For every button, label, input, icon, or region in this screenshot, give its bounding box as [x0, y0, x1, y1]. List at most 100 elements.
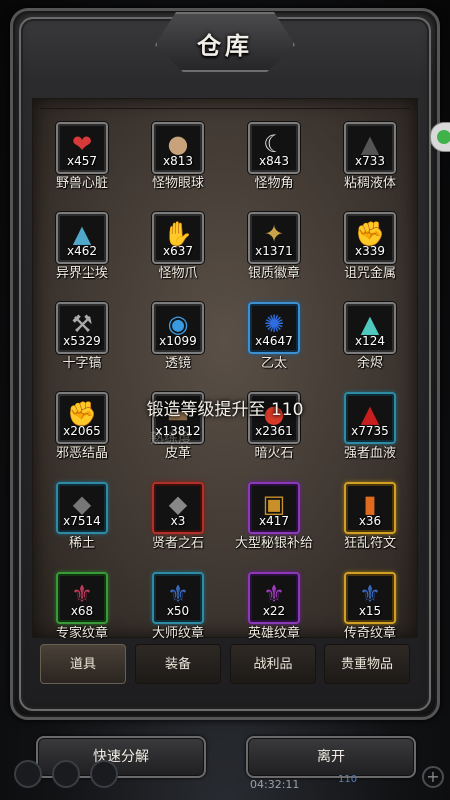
- item-slot[interactable]: ⚜ x50 大师纹章: [130, 560, 226, 641]
- hud-skill-icon[interactable]: [52, 760, 80, 788]
- item-name: 英雄纹章: [247, 626, 300, 641]
- item-count: x637: [162, 244, 193, 258]
- item-slot[interactable]: ✊ x2065 邪恶结晶: [34, 380, 130, 461]
- side-toggle-button[interactable]: [430, 122, 450, 152]
- item-slot[interactable]: ▮ x36 狂乱符文: [322, 470, 418, 551]
- item-count: x1099: [159, 334, 197, 348]
- item-icon-frame[interactable]: ⚜ x22: [248, 572, 300, 624]
- item-name: 诅咒金属: [343, 266, 396, 281]
- leave-button[interactable]: 离开: [246, 736, 416, 778]
- item-icon-frame[interactable]: ✺ x4647: [248, 302, 300, 354]
- item-icon-frame[interactable]: ◆ x3: [152, 482, 204, 534]
- item-count: x5329: [63, 334, 101, 348]
- item-count: x36: [358, 514, 382, 528]
- item-slot[interactable]: ▬ x13812 皮革: [130, 380, 226, 461]
- hud-level: 110: [338, 774, 358, 785]
- item-name: 怪物爪: [158, 266, 198, 281]
- item-count: x15: [358, 604, 382, 618]
- tab-items[interactable]: 道具: [40, 644, 126, 684]
- item-count: x2361: [255, 424, 293, 438]
- item-count: x462: [66, 244, 97, 258]
- tab-loot[interactable]: 战利品: [230, 644, 316, 684]
- page-title: 仓库: [197, 31, 253, 60]
- item-name: 暗火石: [254, 446, 294, 461]
- add-icon[interactable]: +: [422, 766, 444, 788]
- forge-level-toast: 锻造等级提升至 110: [146, 400, 304, 420]
- item-icon-frame[interactable]: ▲ x733: [344, 122, 396, 174]
- item-icon-frame[interactable]: ❤ x457: [56, 122, 108, 174]
- item-name: 银质徽章: [247, 266, 300, 281]
- item-name: 大型秘银补给: [234, 536, 313, 551]
- item-icon-frame[interactable]: ✦ x1371: [248, 212, 300, 264]
- item-count: x68: [70, 604, 94, 618]
- item-name: 粘稠液体: [343, 176, 396, 191]
- item-icon-frame[interactable]: ⚜ x68: [56, 572, 108, 624]
- item-name: 乙太: [260, 356, 287, 371]
- item-count: x2065: [63, 424, 101, 438]
- item-icon-frame[interactable]: ◆ x7514: [56, 482, 108, 534]
- tab-equipment[interactable]: 装备: [135, 644, 221, 684]
- item-icon-frame[interactable]: ◉ x1099: [152, 302, 204, 354]
- item-slot[interactable]: ☾ x843 怪物角: [226, 110, 322, 191]
- item-name: 传奇纹章: [343, 626, 396, 641]
- item-count: x813: [162, 154, 193, 168]
- item-slot[interactable]: ✊ x339 诅咒金属: [322, 200, 418, 281]
- item-slot[interactable]: ● x813 怪物眼球: [130, 110, 226, 191]
- item-slot[interactable]: ● x2361 暗火石: [226, 380, 322, 461]
- item-count: x339: [354, 244, 385, 258]
- item-slot[interactable]: ▲ x7735 强者血液: [322, 380, 418, 461]
- item-icon-frame[interactable]: ☾ x843: [248, 122, 300, 174]
- item-icon-frame[interactable]: ▮ x36: [344, 482, 396, 534]
- item-icon-frame[interactable]: ⚒ x5329: [56, 302, 108, 354]
- item-name: 野兽心脏: [55, 176, 108, 191]
- item-icon-frame[interactable]: ✋ x637: [152, 212, 204, 264]
- item-slot[interactable]: ✦ x1371 银质徽章: [226, 200, 322, 281]
- item-name: 异界尘埃: [55, 266, 108, 281]
- item-slot[interactable]: ◆ x7514 稀土: [34, 470, 130, 551]
- item-slot[interactable]: ▲ x733 粘稠液体: [322, 110, 418, 191]
- item-name: 狂乱符文: [343, 536, 396, 551]
- tab-valuables[interactable]: 贵重物品: [324, 644, 410, 684]
- divider: [40, 108, 410, 109]
- item-name: 贤者之石: [151, 536, 204, 551]
- item-icon-frame[interactable]: ✊ x339: [344, 212, 396, 264]
- item-slot[interactable]: ◆ x3 贤者之石: [130, 470, 226, 551]
- item-count: x417: [258, 514, 289, 528]
- item-slot[interactable]: ⚜ x15 传奇纹章: [322, 560, 418, 641]
- item-name: 余烬: [356, 356, 383, 371]
- item-name: 强者血液: [343, 446, 396, 461]
- item-slot[interactable]: ✺ x4647 乙太: [226, 290, 322, 371]
- item-slot[interactable]: ⚜ x68 专家纹章: [34, 560, 130, 641]
- item-slot[interactable]: ▲ x124 余烬: [322, 290, 418, 371]
- item-name: 十字镐: [62, 356, 102, 371]
- item-slot[interactable]: ❤ x457 野兽心脏: [34, 110, 130, 191]
- item-icon-frame[interactable]: ▲ x462: [56, 212, 108, 264]
- item-slot[interactable]: ▲ x462 异界尘埃: [34, 200, 130, 281]
- item-count: x7735: [351, 424, 389, 438]
- item-count: x50: [166, 604, 190, 618]
- item-slot[interactable]: ⚜ x22 英雄纹章: [226, 560, 322, 641]
- item-count: x124: [354, 334, 385, 348]
- item-name: 大师纹章: [151, 626, 204, 641]
- item-name: 透镜: [164, 356, 191, 371]
- item-icon-frame[interactable]: ⚜ x15: [344, 572, 396, 624]
- hud-skill-icon[interactable]: [90, 760, 118, 788]
- item-count: x733: [354, 154, 385, 168]
- item-count: x22: [262, 604, 286, 618]
- item-slot[interactable]: ⚒ x5329 十字镐: [34, 290, 130, 371]
- item-count: x1371: [255, 244, 293, 258]
- item-icon-frame[interactable]: ▲ x124: [344, 302, 396, 354]
- item-slot[interactable]: ✋ x637 怪物爪: [130, 200, 226, 281]
- proficiency-toast: 熟练度: [150, 431, 192, 447]
- item-slot[interactable]: ▣ x417 大型秘银补给: [226, 470, 322, 551]
- item-slot[interactable]: ◉ x1099 透镜: [130, 290, 226, 371]
- item-icon-frame[interactable]: ● x813: [152, 122, 204, 174]
- item-icon-frame[interactable]: ▣ x417: [248, 482, 300, 534]
- category-tabs: 道具 装备 战利品 贵重物品: [40, 644, 410, 688]
- hud-skill-icon[interactable]: [14, 760, 42, 788]
- item-count: x7514: [63, 514, 101, 528]
- item-name: 怪物角: [254, 176, 294, 191]
- item-icon-frame[interactable]: ⚜ x50: [152, 572, 204, 624]
- item-name: 专家纹章: [55, 626, 108, 641]
- item-count: x457: [66, 154, 97, 168]
